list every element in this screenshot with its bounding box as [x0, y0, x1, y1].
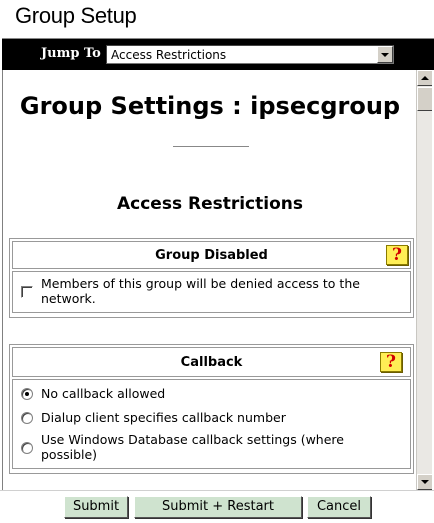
radio-no-callback-label: No callback allowed [41, 386, 166, 401]
radio-windows-db-callback-label: Use Windows Database callback settings (… [41, 432, 344, 462]
app-title: Group Setup [15, 3, 137, 28]
submit-button[interactable]: Submit [64, 496, 128, 518]
jump-to-bar: Jump To Access Restrictions [2, 38, 434, 70]
jump-to-selected-value: Access Restrictions [111, 48, 227, 62]
group-disabled-checkbox[interactable] [21, 286, 33, 298]
page-title: Group Settings : ipsecgroup [19, 92, 401, 120]
scroll-up-icon[interactable] [417, 70, 432, 86]
group-disabled-option-label: Members of this group will be denied acc… [41, 276, 360, 306]
dropdown-arrow-icon[interactable] [377, 46, 393, 63]
callback-header: Callback ? [12, 347, 411, 377]
jump-to-select[interactable]: Access Restrictions [106, 45, 394, 64]
group-disabled-title: Group Disabled [155, 248, 268, 263]
scroll-down-icon[interactable] [417, 474, 432, 490]
radio-no-callback[interactable] [21, 388, 33, 400]
callback-panel: Callback ? No callback allowed Dialup cl… [9, 344, 414, 474]
submit-restart-button[interactable]: Submit + Restart [134, 496, 302, 518]
callback-body: No callback allowed Dialup client specif… [12, 379, 411, 469]
radio-windows-db-callback[interactable] [21, 442, 33, 454]
vertical-scrollbar[interactable] [416, 70, 432, 490]
footer-button-bar: Submit Submit + Restart Cancel [0, 490, 434, 523]
section-title: Access Restrictions [116, 194, 303, 214]
group-disabled-header: Group Disabled ? [12, 241, 411, 269]
scrollbar-thumb[interactable] [417, 87, 432, 111]
heading-divider [173, 146, 249, 147]
radio-dialup-client-callback-label: Dialup client specifies callback number [41, 410, 286, 425]
help-icon[interactable]: ? [380, 352, 402, 372]
cancel-button[interactable]: Cancel [307, 496, 371, 518]
help-icon[interactable]: ? [386, 245, 408, 265]
callback-title: Callback [180, 355, 243, 370]
group-disabled-body: Members of this group will be denied acc… [12, 271, 411, 313]
group-disabled-panel: Group Disabled ? Members of this group w… [9, 238, 414, 318]
radio-dialup-client-callback[interactable] [21, 412, 33, 424]
content-frame: Group Settings : ipsecgroup Access Restr… [2, 70, 432, 490]
jump-to-label: Jump To [41, 46, 101, 61]
